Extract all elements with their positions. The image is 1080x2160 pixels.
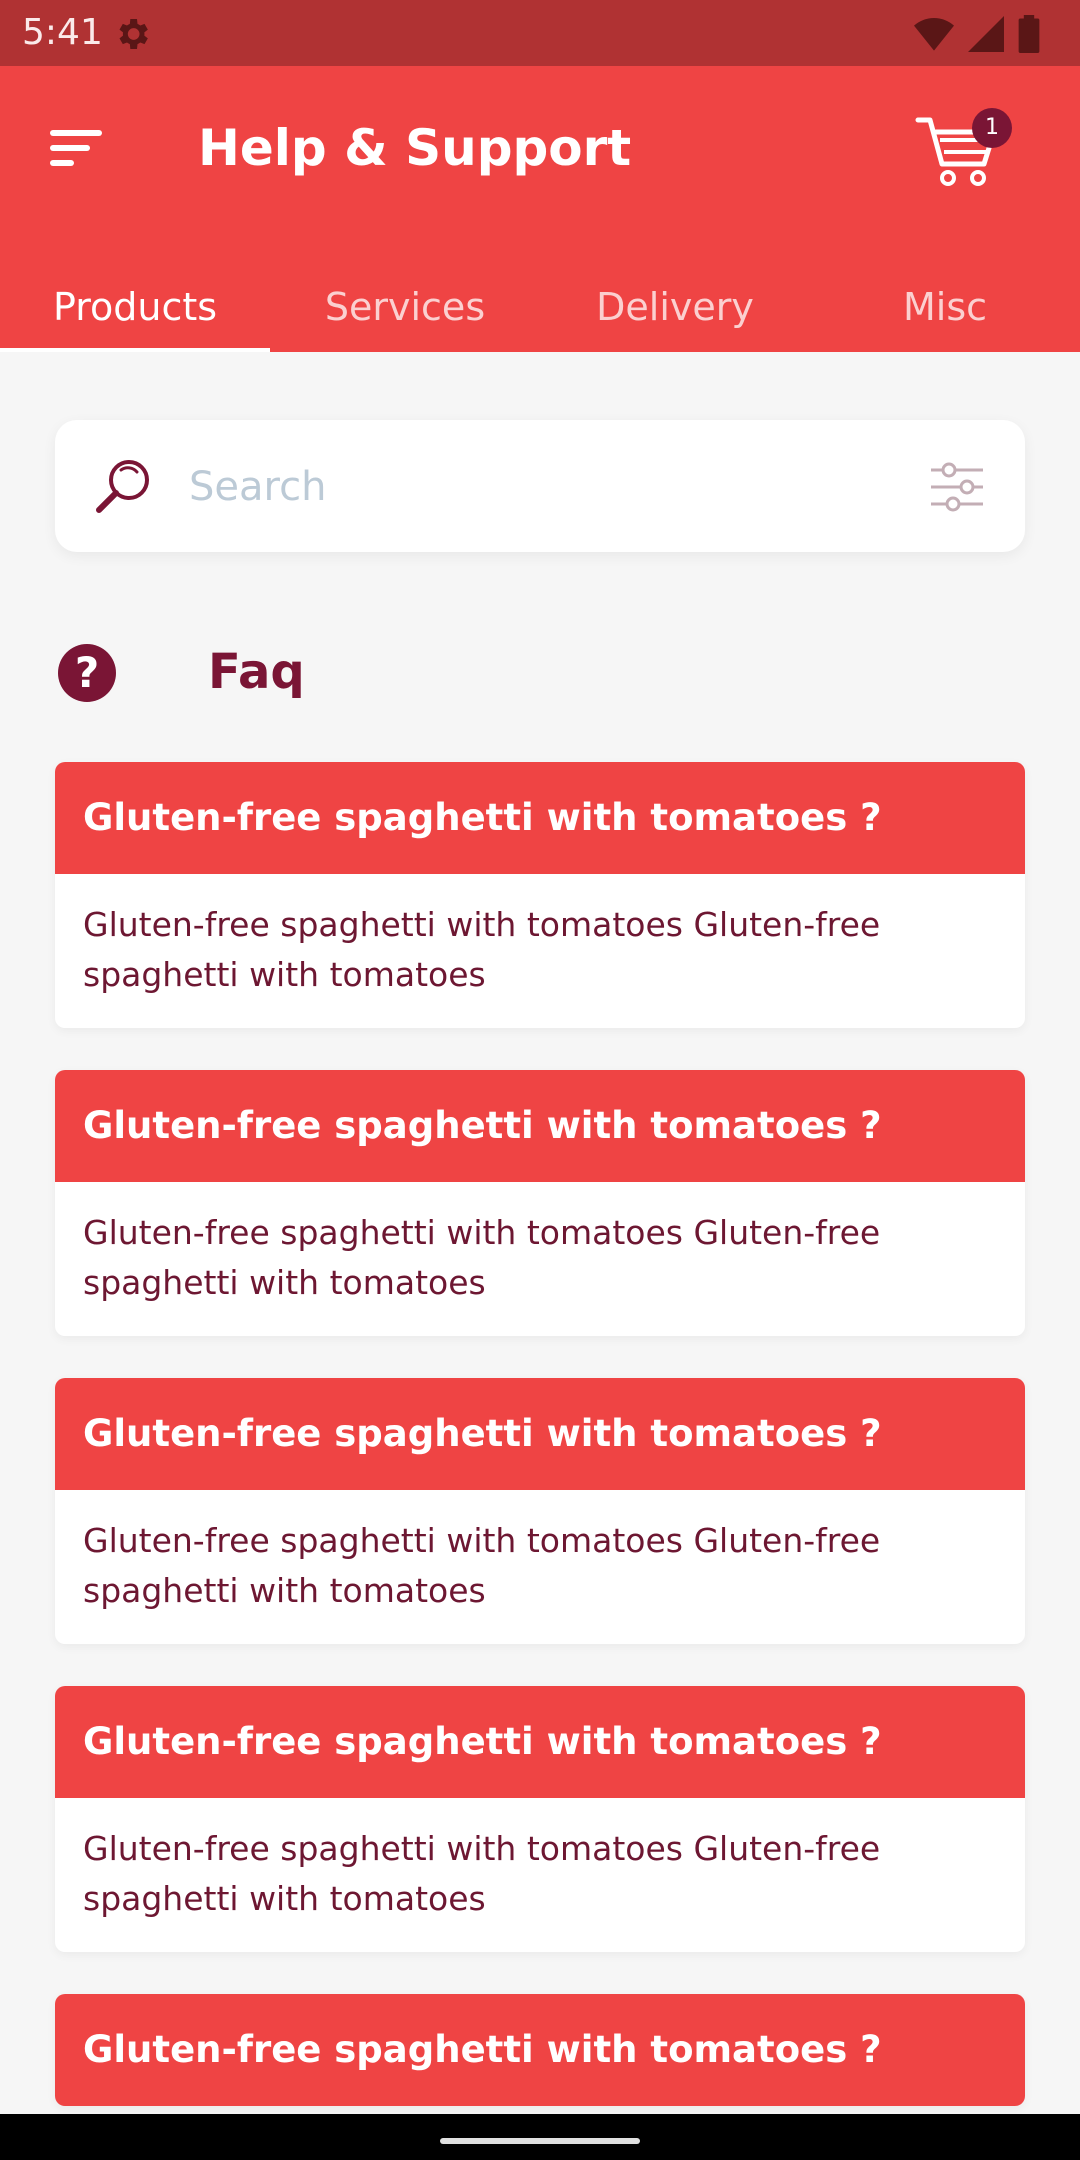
status-time: 5:41 (22, 12, 103, 53)
faq-answer: Gluten-free spaghetti with tomatoes Glut… (83, 1521, 881, 1610)
tab-delivery[interactable]: Delivery (540, 282, 810, 352)
cell-signal-icon (968, 16, 1004, 52)
faq-card: Gluten-free spaghetti with tomatoes ? Gl… (55, 762, 1025, 1028)
faq-question[interactable]: Gluten-free spaghetti with tomatoes ? (55, 1994, 1025, 2106)
faq-question[interactable]: Gluten-free spaghetti with tomatoes ? (55, 1378, 1025, 1490)
faq-card: Gluten-free spaghetti with tomatoes ? (55, 1994, 1025, 2106)
faq-question[interactable]: Gluten-free spaghetti with tomatoes ? (55, 1686, 1025, 1798)
faq-answer: Gluten-free spaghetti with tomatoes Glut… (83, 1213, 881, 1302)
status-bar: 5:41 (0, 0, 1080, 66)
faq-answer: Gluten-free spaghetti with tomatoes Glut… (83, 905, 881, 994)
system-navigation-bar (0, 2114, 1080, 2160)
home-gesture-handle[interactable] (440, 2138, 640, 2144)
faq-card: Gluten-free spaghetti with tomatoes ? Gl… (55, 1686, 1025, 1952)
filter-icon[interactable] (929, 462, 985, 512)
tab-services[interactable]: Services (270, 282, 540, 352)
faq-card: Gluten-free spaghetti with tomatoes ? Gl… (55, 1378, 1025, 1644)
wifi-icon (914, 18, 954, 51)
magnifier-icon (96, 460, 149, 513)
tab-misc[interactable]: Misc (810, 282, 1080, 352)
faq-answer: Gluten-free spaghetti with tomatoes Glut… (83, 1829, 881, 1918)
tab-products[interactable]: Products (0, 282, 270, 352)
tab-bar: Products Services Delivery Misc (0, 282, 1080, 352)
battery-icon (1018, 15, 1040, 53)
faq-question[interactable]: Gluten-free spaghetti with tomatoes ? (55, 762, 1025, 874)
help-question-icon: ? (58, 644, 116, 702)
faq-title: Faq (208, 644, 305, 700)
menu-icon[interactable] (50, 126, 106, 170)
status-icons (914, 14, 1040, 54)
settings-gear-icon (119, 19, 148, 49)
search-box (55, 420, 1025, 552)
faq-list: Gluten-free spaghetti with tomatoes ? Gl… (55, 762, 1025, 2148)
faq-question[interactable]: Gluten-free spaghetti with tomatoes ? (55, 1070, 1025, 1182)
app-bar: Help & Support 1 Products Services Deliv… (0, 66, 1080, 352)
search-input[interactable] (187, 454, 951, 520)
faq-card: Gluten-free spaghetti with tomatoes ? Gl… (55, 1070, 1025, 1336)
page-title: Help & Support (198, 119, 632, 177)
cart-count-badge: 1 (972, 108, 1012, 148)
